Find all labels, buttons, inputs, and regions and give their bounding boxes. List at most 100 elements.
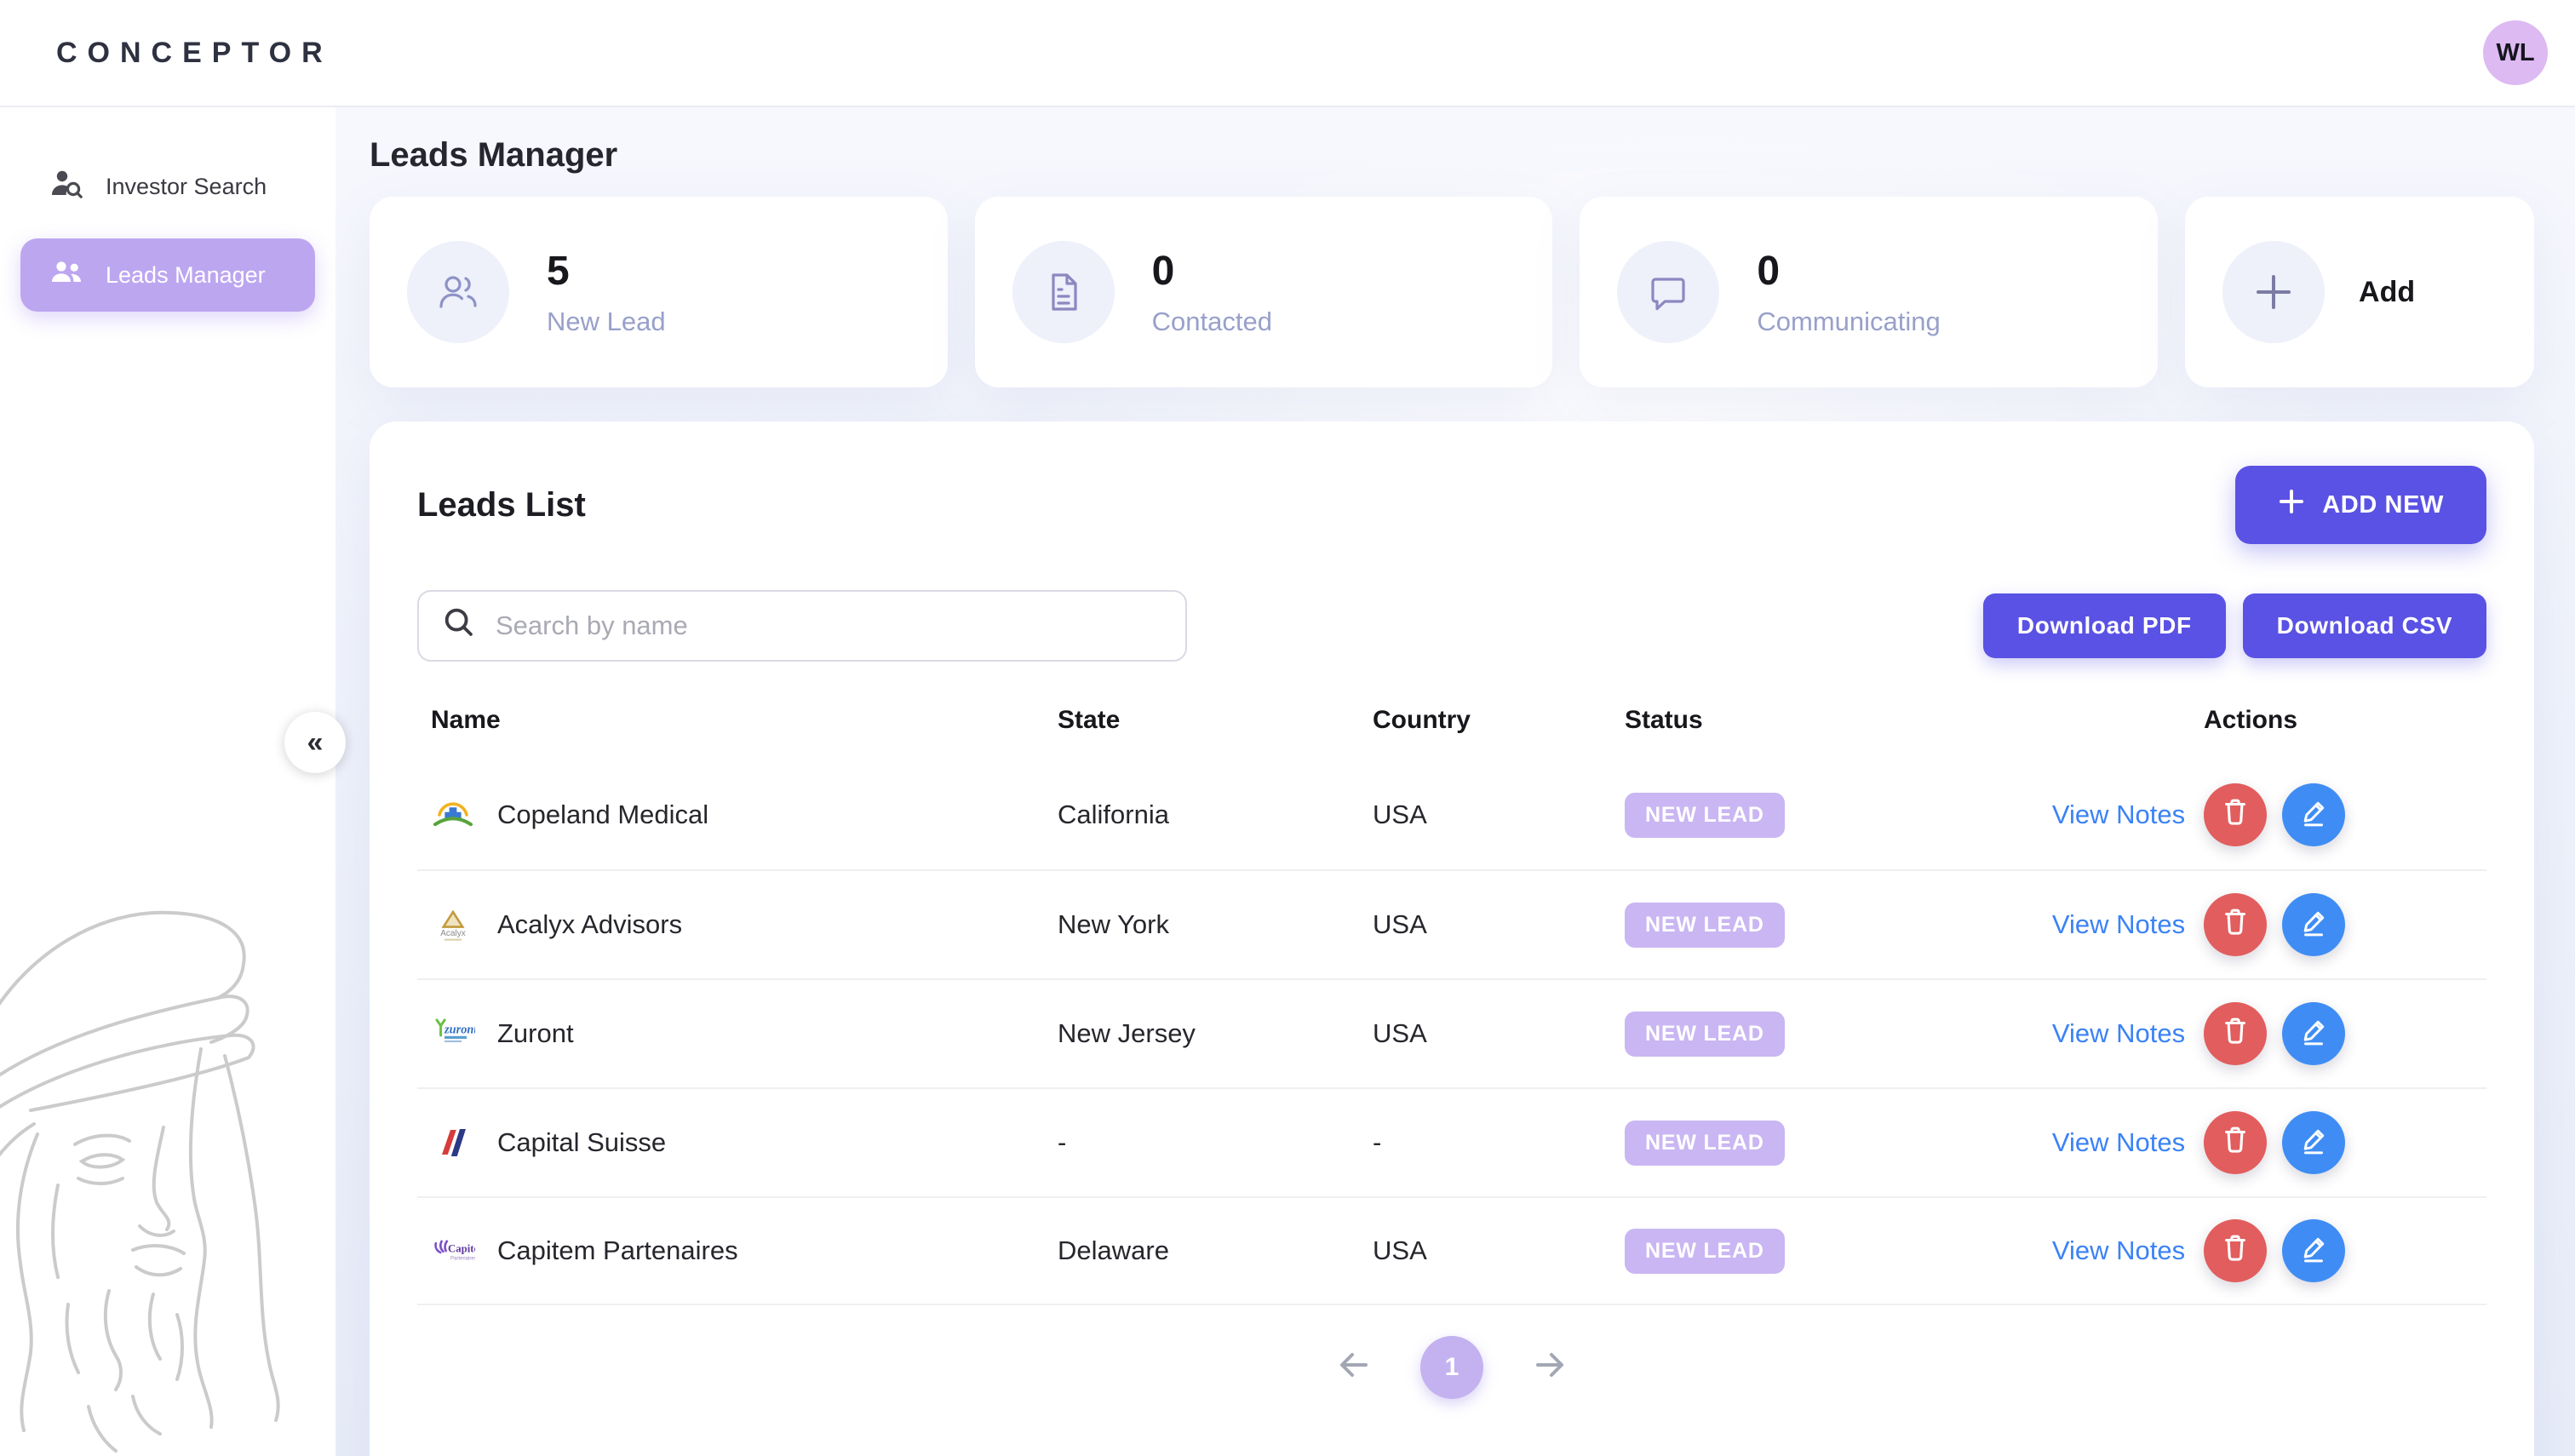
download-csv-button[interactable]: Download CSV: [2243, 593, 2486, 658]
actions-cell: [2204, 893, 2486, 956]
people-icon: [49, 255, 83, 295]
edit-lead-button[interactable]: [2282, 1219, 2345, 1282]
status-badge: NEW LEAD: [1625, 793, 1785, 838]
sidebar-item-label: Investor Search: [106, 174, 267, 200]
sidebar-item-label: Leads Manager: [106, 262, 266, 289]
view-notes-link[interactable]: View Notes: [2052, 1018, 2185, 1048]
lead-state: -: [1058, 1127, 1373, 1158]
stats-row: 5 New Lead 0 Contacted 0 Com: [370, 197, 2534, 387]
delete-lead-button[interactable]: [2204, 1002, 2267, 1065]
sidebar-collapse-button[interactable]: «: [284, 712, 346, 773]
sidebar-item-investor-search[interactable]: Investor Search: [20, 150, 315, 223]
trash-icon: [2219, 1015, 2251, 1053]
davinci-sketch-watermark: [0, 886, 327, 1456]
stat-card-new-lead: 5 New Lead: [370, 197, 948, 387]
edit-lead-button[interactable]: [2282, 1002, 2345, 1065]
table-row: CapitemPartenairesCapitem PartenairesDel…: [417, 1196, 2486, 1305]
table-row: zuront Zuront New JerseyUSANEW LEAD View No…: [417, 978, 2486, 1087]
lead-status-cell: NEW LEAD: [1625, 1012, 2033, 1057]
column-header-name: Name: [431, 706, 1058, 735]
actions-cell: [2204, 783, 2486, 846]
lead-country: USA: [1373, 1018, 1625, 1049]
lead-status-cell: NEW LEAD: [1625, 1121, 2033, 1166]
stat-value: 0: [1757, 248, 1940, 295]
lead-name-cell: CapitemPartenaires Capitem Partenaires: [431, 1229, 1058, 1273]
view-notes-link[interactable]: View Notes: [2052, 1235, 2185, 1265]
delete-lead-button[interactable]: [2204, 1219, 2267, 1282]
delete-lead-button[interactable]: [2204, 783, 2267, 846]
trash-icon: [2219, 1232, 2251, 1270]
next-page-button[interactable]: [1529, 1344, 1570, 1391]
lead-name: Capital Suisse: [497, 1127, 666, 1158]
page-number-button[interactable]: 1: [1420, 1336, 1483, 1399]
company-logo-icon: CapitemPartenaires: [431, 1229, 475, 1273]
notes-cell: View Notes: [2033, 909, 2204, 940]
status-badge: NEW LEAD: [1625, 1229, 1785, 1274]
stat-card-contacted: 0 Contacted: [975, 197, 1553, 387]
table-row: Copeland MedicalCaliforniaUSANEW LEADVie…: [417, 760, 2486, 869]
lead-country: USA: [1373, 909, 1625, 940]
add-lead-card[interactable]: Add: [2185, 197, 2534, 387]
chat-bubble-icon: [1617, 241, 1719, 343]
search-input[interactable]: [496, 610, 1163, 641]
status-badge: NEW LEAD: [1625, 1121, 1785, 1166]
lead-country: USA: [1373, 1235, 1625, 1266]
user-avatar[interactable]: WL: [2483, 20, 2548, 85]
lead-state: New Jersey: [1058, 1018, 1373, 1049]
company-logo-icon: [431, 1121, 475, 1165]
column-header-state: State: [1058, 706, 1373, 735]
lead-name-cell: zuront Zuront: [431, 1012, 1058, 1056]
company-logo-icon: Acalyx: [431, 903, 475, 947]
plus-icon: [2222, 241, 2325, 343]
document-icon: [1012, 241, 1115, 343]
pencil-icon: [2297, 906, 2330, 944]
notes-cell: View Notes: [2033, 1235, 2204, 1266]
pencil-icon: [2297, 1124, 2330, 1162]
edit-lead-button[interactable]: [2282, 783, 2345, 846]
main-content: Leads Manager 5 New Lead 0 Contacted: [335, 107, 2575, 1456]
sidebar: Investor Search Leads Manager «: [0, 107, 335, 1456]
company-logo-icon: [431, 793, 475, 837]
sidebar-item-leads-manager[interactable]: Leads Manager: [20, 238, 315, 312]
leads-list-panel: Leads List ADD NEW Download PDF: [370, 421, 2534, 1456]
lead-name-cell: Capital Suisse: [431, 1121, 1058, 1165]
view-notes-link[interactable]: View Notes: [2052, 800, 2185, 829]
leads-table-body: Copeland MedicalCaliforniaUSANEW LEADVie…: [417, 760, 2486, 1305]
app-shell: Investor Search Leads Manager «: [0, 0, 2575, 1456]
delete-lead-button[interactable]: [2204, 1111, 2267, 1174]
search-icon: [441, 605, 477, 647]
plus-icon: [2278, 488, 2305, 522]
download-pdf-button[interactable]: Download PDF: [1983, 593, 2226, 658]
stat-value: 0: [1152, 248, 1272, 295]
add-new-button[interactable]: ADD NEW: [2235, 466, 2486, 544]
add-new-label: ADD NEW: [2322, 491, 2444, 519]
pencil-icon: [2297, 1015, 2330, 1053]
previous-page-button[interactable]: [1333, 1344, 1374, 1391]
stat-label: New Lead: [547, 307, 666, 337]
lead-name: Zuront: [497, 1018, 574, 1049]
column-header-actions: Actions: [2204, 706, 2486, 735]
actions-cell: [2204, 1219, 2486, 1282]
notes-cell: View Notes: [2033, 1127, 2204, 1158]
person-search-icon: [49, 167, 83, 207]
svg-text:zuront: zuront: [444, 1023, 475, 1037]
edit-lead-button[interactable]: [2282, 893, 2345, 956]
add-card-label: Add: [2359, 276, 2415, 309]
double-chevron-left-icon: «: [307, 726, 324, 760]
arrow-left-icon: [1333, 1344, 1374, 1391]
lead-name: Copeland Medical: [497, 800, 708, 830]
delete-lead-button[interactable]: [2204, 893, 2267, 956]
edit-lead-button[interactable]: [2282, 1111, 2345, 1174]
leads-table: Name State Country Status Actions Copela…: [417, 706, 2486, 1305]
lead-name-cell: Copeland Medical: [431, 793, 1058, 837]
notes-cell: View Notes: [2033, 1018, 2204, 1049]
lead-name: Capitem Partenaires: [497, 1235, 738, 1266]
view-notes-link[interactable]: View Notes: [2052, 909, 2185, 939]
svg-text:Partenaires: Partenaires: [450, 1256, 475, 1261]
view-notes-link[interactable]: View Notes: [2052, 1127, 2185, 1157]
trash-icon: [2219, 796, 2251, 834]
status-badge: NEW LEAD: [1625, 903, 1785, 948]
page-title: Leads Manager: [370, 136, 2534, 175]
leads-list-title: Leads List: [417, 486, 586, 525]
pencil-icon: [2297, 796, 2330, 834]
